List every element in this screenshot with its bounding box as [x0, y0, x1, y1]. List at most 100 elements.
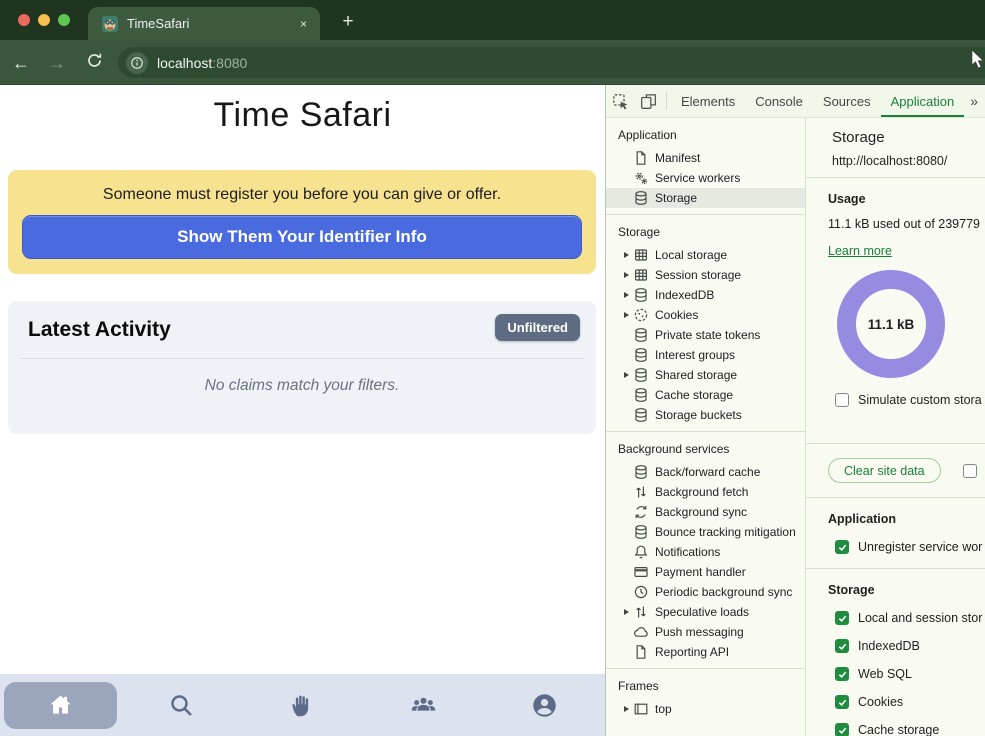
- device-toolbar-icon[interactable]: [634, 85, 662, 117]
- hand-icon: [289, 692, 316, 719]
- sidebar-item-push-messaging[interactable]: Push messaging: [606, 622, 805, 642]
- checkbox-row-cache-storage: Cache storage: [828, 723, 985, 736]
- cookies-checkbox[interactable]: [835, 695, 849, 709]
- tab-sources[interactable]: Sources: [813, 85, 881, 117]
- page-content: Time Safari Someone must register you be…: [0, 85, 605, 736]
- sidebar-item-top[interactable]: top: [606, 699, 805, 719]
- clear-site-data-button[interactable]: Clear site data: [828, 458, 941, 483]
- expand-arrow-icon[interactable]: [624, 252, 629, 258]
- local-storage-icon: [633, 247, 649, 263]
- checkbox-row-local-and-session-stor: Local and session stor: [828, 611, 985, 625]
- reload-button[interactable]: [82, 51, 106, 75]
- site-info-icon[interactable]: [126, 52, 148, 74]
- unregister-service-wor-checkbox[interactable]: [835, 540, 849, 554]
- sidebar-item-periodic-background-sync[interactable]: Periodic background sync: [606, 582, 805, 602]
- sidebar-item-service-workers[interactable]: Service workers: [606, 168, 805, 188]
- learn-more-link[interactable]: Learn more: [828, 244, 892, 258]
- sidebar-item-manifest[interactable]: Manifest: [606, 148, 805, 168]
- storage-panel-title: Storage: [832, 129, 985, 146]
- search-icon: [168, 692, 195, 719]
- sidebar-item-interest-groups[interactable]: Interest groups: [606, 345, 805, 365]
- sidebar-item-bounce-tracking-mitigation[interactable]: Bounce tracking mitigation: [606, 522, 805, 542]
- nav-contacts[interactable]: [363, 674, 484, 736]
- browser-tab[interactable]: TimeSafari ×: [88, 7, 320, 40]
- sidebar-item-local-storage[interactable]: Local storage: [606, 245, 805, 265]
- minimize-window-button[interactable]: [38, 14, 50, 26]
- expand-arrow-icon[interactable]: [624, 372, 629, 378]
- sidebar-item-background-fetch[interactable]: Background fetch: [606, 482, 805, 502]
- sidebar-item-label: Speculative loads: [655, 605, 749, 619]
- new-tab-button[interactable]: +: [334, 8, 362, 36]
- zoom-window-button[interactable]: [58, 14, 70, 26]
- nav-home-button[interactable]: [4, 682, 117, 729]
- sidebar-item-indexeddb[interactable]: IndexedDB: [606, 285, 805, 305]
- filter-badge[interactable]: Unfiltered: [495, 314, 580, 341]
- empty-claims-message: No claims match your filters.: [8, 377, 596, 395]
- nav-search[interactable]: [121, 674, 242, 736]
- inspect-element-icon[interactable]: [606, 85, 634, 117]
- tab-application[interactable]: Application: [881, 85, 965, 117]
- sidebar-item-private-state-tokens[interactable]: Private state tokens: [606, 325, 805, 345]
- tab-console[interactable]: Console: [745, 85, 813, 117]
- sidebar-item-label: Payment handler: [655, 565, 746, 579]
- simulate-storage-checkbox[interactable]: [835, 393, 849, 407]
- indexeddb-checkbox[interactable]: [835, 639, 849, 653]
- alert-message: Someone must register you before you can…: [8, 186, 596, 204]
- include-third-party-checkbox[interactable]: [963, 464, 977, 478]
- expand-arrow-icon[interactable]: [624, 292, 629, 298]
- sidebar-item-label: Storage buckets: [655, 408, 742, 422]
- registration-alert: Someone must register you before you can…: [8, 170, 596, 274]
- cache-storage-checkbox[interactable]: [835, 723, 849, 736]
- sidebar-item-label: Service workers: [655, 171, 740, 185]
- forward-button[interactable]: →: [45, 51, 69, 75]
- back-button[interactable]: ←: [9, 51, 33, 75]
- nav-profile[interactable]: [484, 674, 605, 736]
- periodic-background-sync-icon: [633, 584, 649, 600]
- url-bar[interactable]: localhost:8080: [118, 47, 985, 78]
- expand-arrow-spacer: [624, 195, 629, 201]
- sidebar-item-speculative-loads[interactable]: Speculative loads: [606, 602, 805, 622]
- interest-groups-icon: [633, 347, 649, 363]
- show-identifier-button[interactable]: Show Them Your Identifier Info: [22, 215, 582, 259]
- devtools-panel: Elements Console Sources Application » A…: [605, 85, 985, 736]
- application-checks-section: Application Unregister service wor: [806, 498, 985, 569]
- sidebar-item-storage-buckets[interactable]: Storage buckets: [606, 405, 805, 425]
- tab-elements[interactable]: Elements: [671, 85, 745, 117]
- web-sql-checkbox[interactable]: [835, 667, 849, 681]
- checkbox-row-unregister-service-wor: Unregister service wor: [828, 540, 985, 554]
- sidebar-item-label: top: [655, 702, 672, 716]
- sidebar-item-storage[interactable]: Storage: [606, 188, 805, 208]
- storage-buckets-icon: [633, 407, 649, 423]
- devtools-sidebar: ApplicationManifestService workersStorag…: [606, 118, 806, 736]
- more-tabs-icon[interactable]: »: [964, 85, 984, 117]
- expand-arrow-icon[interactable]: [624, 272, 629, 278]
- close-window-button[interactable]: [18, 14, 30, 26]
- expand-arrow-icon[interactable]: [624, 706, 629, 712]
- account-icon: [531, 692, 558, 719]
- local-and-session-stor-checkbox[interactable]: [835, 611, 849, 625]
- speculative-loads-icon: [633, 604, 649, 620]
- expand-arrow-icon[interactable]: [624, 312, 629, 318]
- sidebar-item-payment-handler[interactable]: Payment handler: [606, 562, 805, 582]
- url-text: localhost:8080: [157, 55, 247, 71]
- sidebar-item-cache-storage[interactable]: Cache storage: [606, 385, 805, 405]
- sidebar-item-back-forward-cache[interactable]: Back/forward cache: [606, 462, 805, 482]
- sidebar-item-shared-storage[interactable]: Shared storage: [606, 365, 805, 385]
- nav-offers[interactable]: [242, 674, 363, 736]
- tab-close-icon[interactable]: ×: [297, 17, 310, 31]
- sidebar-item-background-sync[interactable]: Background sync: [606, 502, 805, 522]
- expand-arrow-spacer: [624, 589, 629, 595]
- nav-home[interactable]: [0, 674, 121, 736]
- sidebar-item-label: Background fetch: [655, 485, 748, 499]
- bottom-navigation: [0, 674, 605, 736]
- expand-arrow-spacer: [624, 175, 629, 181]
- sidebar-item-session-storage[interactable]: Session storage: [606, 265, 805, 285]
- sidebar-item-notifications[interactable]: Notifications: [606, 542, 805, 562]
- sidebar-item-reporting-api[interactable]: Reporting API: [606, 642, 805, 662]
- expand-arrow-icon[interactable]: [624, 609, 629, 615]
- sidebar-item-label: Manifest: [655, 151, 700, 165]
- sidebar-item-label: Reporting API: [655, 645, 729, 659]
- storage-panel: Storage http://localhost:8080/ Usage 11.…: [806, 118, 985, 736]
- simulate-storage-label: Simulate custom stora: [858, 393, 982, 407]
- sidebar-item-cookies[interactable]: Cookies: [606, 305, 805, 325]
